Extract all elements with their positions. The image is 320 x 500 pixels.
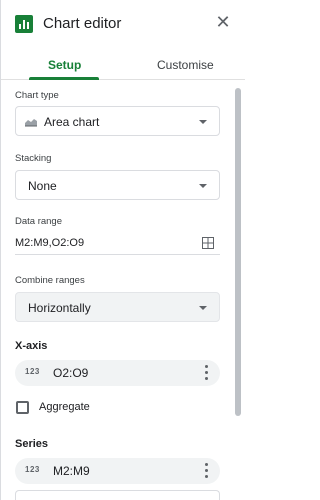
aggregate-checkbox[interactable] [16,401,29,414]
area-chart-icon [25,119,37,127]
number-type-badge: 123 [25,465,40,474]
number-type-badge: 123 [25,367,40,376]
more-options-icon[interactable] [204,365,208,381]
chart-type-select[interactable]: Area chart [15,106,220,136]
combine-ranges-label: Combine ranges [15,275,85,286]
grid-select-icon[interactable] [202,237,214,249]
series-heading: Series [15,438,49,450]
stacking-label: Stacking [15,153,52,164]
stacking-select[interactable]: None [15,170,220,200]
data-range-value: M2:M9,O2:O9 [15,237,85,249]
chevron-down-icon [199,184,207,188]
stacking-value: None [28,179,57,193]
editor-tabs: Setup Customise [1,50,245,80]
data-range-label: Data range [15,216,63,227]
chart-editor-header: Chart editor ✕ [1,0,245,48]
chevron-down-icon [199,120,207,124]
sheets-chart-logo-icon [15,15,33,33]
chart-editor-panel: Chart editor ✕ Setup Customise Chart typ… [0,0,245,500]
x-axis-heading: X-axis [15,340,48,352]
x-axis-range-chip[interactable]: 123 O2:O9 [15,360,220,386]
aggregate-label: Aggregate [39,401,90,413]
combine-ranges-select[interactable]: Horizontally [15,292,220,322]
combine-ranges-value: Horizontally [28,301,91,315]
active-tab-indicator [29,77,99,80]
x-axis-range-value: O2:O9 [53,366,89,380]
close-icon[interactable]: ✕ [213,12,233,32]
series-range-chip[interactable]: 123 M2:M9 [15,458,220,484]
vertical-scrollbar[interactable] [235,88,241,416]
chart-type-label: Chart type [15,90,59,101]
chart-type-value: Area chart [44,115,100,129]
chevron-down-icon [199,306,207,310]
panel-title: Chart editor [43,15,122,32]
tab-customise[interactable]: Customise [157,58,214,72]
data-range-input[interactable]: M2:M9,O2:O9 [15,235,220,255]
tab-setup[interactable]: Setup [48,58,81,72]
series-range-value: M2:M9 [53,464,90,478]
add-series-field[interactable] [15,490,220,500]
more-options-icon[interactable] [204,463,208,479]
